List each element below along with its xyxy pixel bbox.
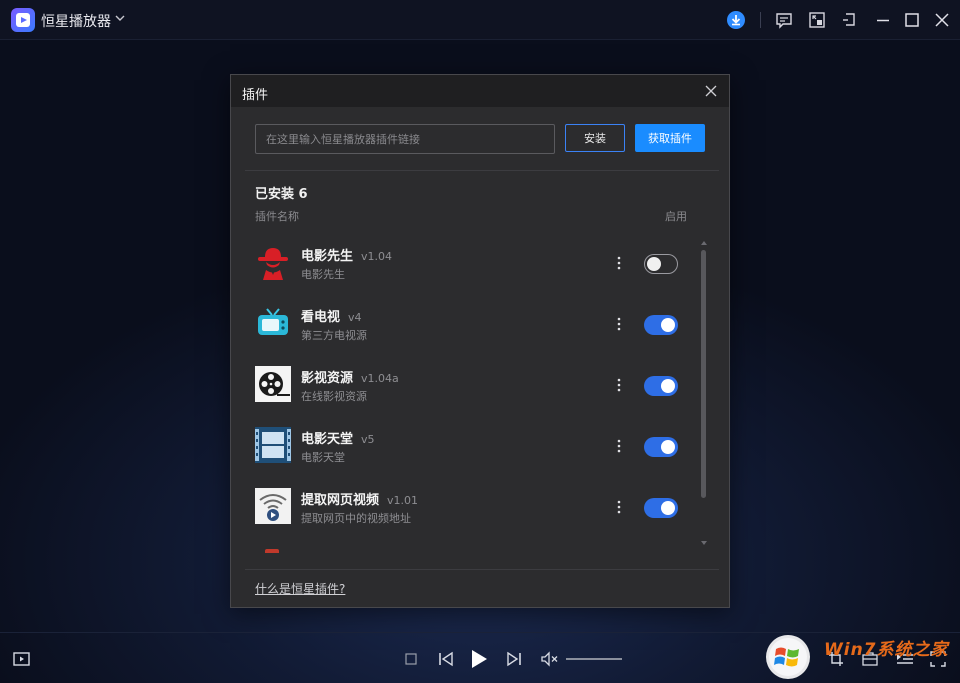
plugin-name: 提取网页视频 v1.01	[301, 489, 418, 508]
scroll-down-arrow-icon[interactable]	[700, 540, 708, 546]
film-paradise-icon	[255, 427, 291, 463]
more-options-icon[interactable]	[617, 439, 621, 453]
spy-hat-icon	[258, 248, 288, 280]
chevron-down-icon[interactable]	[115, 14, 125, 22]
plugin-description: 提取网页中的视频地址	[301, 512, 411, 525]
enable-toggle[interactable]	[644, 254, 678, 274]
plugin-description: 电影先生	[301, 268, 345, 281]
plugin-dialog: 插件 安装 获取插件 已安装 6 插件名称 启用 电影先生 v1.04	[230, 74, 730, 608]
title-bar: 恒星播放器	[0, 0, 960, 40]
stop-icon[interactable]	[405, 653, 417, 665]
install-button[interactable]: 安装	[565, 124, 625, 152]
mini-mode-icon[interactable]	[807, 10, 827, 30]
plugin-version: v1.04a	[361, 372, 399, 385]
plugin-title: 电影先生	[301, 249, 354, 264]
toggle-knob	[661, 379, 675, 393]
dialog-close-icon[interactable]	[704, 84, 718, 98]
toggle-knob	[661, 318, 675, 332]
plugin-row[interactable]: 看电视 v4 第三方电视源	[231, 296, 711, 356]
player-window: 恒星播放器 插件 在这里输入恒星播放器插件链接 安装 获取插件 已安装 6 插件…	[0, 0, 960, 683]
close-icon[interactable]	[932, 10, 952, 30]
mute-volume-icon[interactable]	[540, 651, 560, 667]
plugin-row[interactable]: 提取网页视频 v1.01 提取网页中的视频地址	[231, 479, 711, 539]
windows-logo-icon	[766, 635, 810, 679]
toolbar-separator	[760, 12, 761, 28]
plugin-version: v1.01	[387, 494, 419, 507]
watermark: Win7系统之家	[764, 633, 960, 683]
plugin-title: 电影天堂	[301, 432, 354, 447]
enable-toggle[interactable]	[644, 376, 678, 396]
plugin-row[interactable]: 影视资源 v1.04a 在线影视资源	[231, 357, 711, 417]
dialog-header: 插件	[231, 75, 729, 107]
more-options-icon[interactable]	[617, 317, 621, 331]
scrollbar-thumb[interactable]	[701, 250, 706, 498]
plugin-row[interactable]: 电影天堂 v5 电影天堂	[231, 418, 711, 478]
column-header-enable: 启用	[665, 210, 687, 223]
more-options-icon[interactable]	[617, 500, 621, 514]
enable-toggle[interactable]	[644, 498, 678, 518]
dialog-title: 插件	[242, 88, 269, 103]
plugin-version: v4	[348, 311, 362, 324]
plugin-version: v5	[361, 433, 375, 446]
watermark-text: Win7系统之家	[824, 640, 949, 660]
film-reel-icon	[255, 366, 291, 402]
what-is-plugin-link[interactable]: 什么是恒星插件?	[255, 580, 345, 597]
previous-icon[interactable]	[438, 651, 454, 667]
plugin-row[interactable]: 电影先生 v1.04 电影先生	[231, 235, 711, 295]
more-options-icon[interactable]	[617, 256, 621, 270]
app-title[interactable]: 恒星播放器	[41, 11, 111, 31]
wifi-play-icon	[255, 488, 291, 524]
toggle-knob	[661, 440, 675, 454]
maximize-icon[interactable]	[902, 10, 922, 30]
plugin-description: 第三方电视源	[301, 329, 367, 342]
plugin-name: 电影先生 v1.04	[301, 245, 392, 264]
plugin-name: 看电视 v4	[301, 306, 362, 325]
plugin-row-partial-icon	[265, 549, 279, 553]
pin-on-top-icon[interactable]	[840, 10, 860, 30]
divider	[245, 170, 719, 171]
plugin-title: 影视资源	[301, 371, 354, 386]
download-icon[interactable]	[726, 10, 746, 30]
plugin-name: 电影天堂 v5	[301, 428, 375, 447]
plugin-title: 提取网页视频	[301, 493, 380, 508]
plugin-title: 看电视	[301, 310, 341, 325]
column-header-name: 插件名称	[255, 210, 299, 223]
enable-toggle[interactable]	[644, 315, 678, 335]
plugin-list: 电影先生 v1.04 电影先生 看电视 v4 第三方电视源 影视资源 v1.04…	[231, 235, 711, 555]
minimize-icon[interactable]	[873, 10, 893, 30]
more-options-icon[interactable]	[617, 378, 621, 392]
plugin-url-input[interactable]	[255, 124, 555, 154]
enable-toggle[interactable]	[644, 437, 678, 457]
divider	[245, 569, 719, 570]
toggle-knob	[647, 257, 661, 271]
volume-slider[interactable]	[566, 658, 622, 660]
get-plugins-button[interactable]: 获取插件	[635, 124, 705, 152]
tv-icon	[258, 308, 288, 335]
play-icon[interactable]	[469, 648, 489, 670]
playlist-toggle-icon[interactable]	[13, 651, 31, 667]
plugin-description: 电影天堂	[301, 451, 345, 464]
app-logo-icon	[11, 8, 35, 32]
installed-count: 已安装 6	[255, 187, 308, 202]
message-icon[interactable]	[774, 10, 794, 30]
next-icon[interactable]	[506, 651, 522, 667]
toggle-knob	[661, 501, 675, 515]
plugin-description: 在线影视资源	[301, 390, 367, 403]
plugin-name: 影视资源 v1.04a	[301, 367, 399, 386]
scroll-up-arrow-icon[interactable]	[700, 240, 708, 246]
plugin-version: v1.04	[361, 250, 393, 263]
